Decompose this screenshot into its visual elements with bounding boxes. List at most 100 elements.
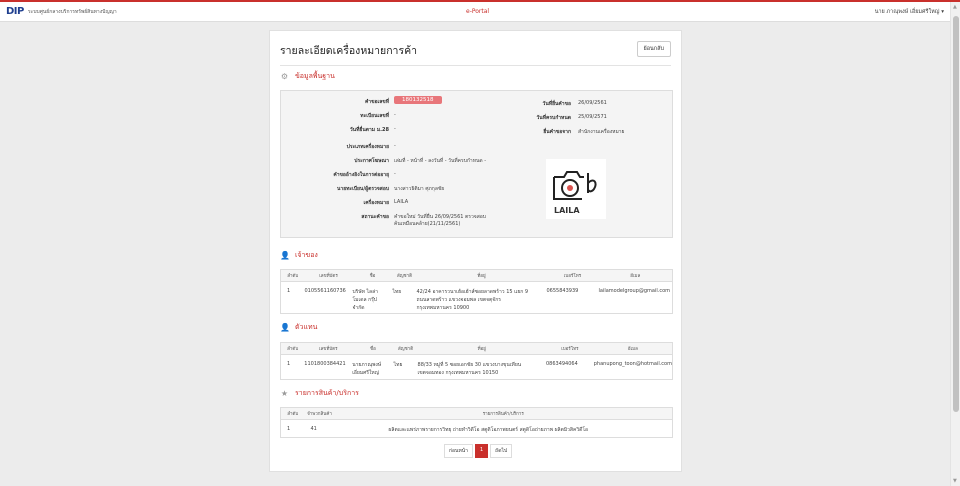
- col-no: ลำดับ: [280, 269, 305, 282]
- detail-card: รายละเอียดเครื่องหมายการค้า ย้อนกลับ ⚙ ข…: [269, 30, 682, 472]
- value-mark-type: -: [394, 143, 396, 149]
- addr-line-2: เขตจอมทอง กรุงเทพมหานคร 10150: [417, 370, 499, 376]
- col-address: ที่อยู่: [417, 342, 546, 355]
- cell-phone: 0863494064: [545, 361, 578, 367]
- label-date-28: วันที่ยื่นตาม ม.28: [349, 127, 389, 133]
- col-nation: สัญชาติ: [392, 269, 417, 282]
- value-status-line2: ค้นเหมือนคล้าย(21/11/2561): [394, 221, 461, 227]
- gear-icon: ⚙: [280, 72, 289, 81]
- agent-table: ลำดับ เลขที่บัตร ชื่อ สัญชาติ ที่อยู่ เบ…: [280, 342, 673, 380]
- cell-no: 1: [287, 426, 291, 432]
- addr-line-3: กรุงเทพมหานคร 10900: [416, 305, 470, 311]
- value-office: สำนักงานเครื่องหมาย: [578, 129, 625, 135]
- next-page-button[interactable]: ถัดไป: [490, 444, 513, 458]
- section-label: ตัวแทน: [295, 323, 318, 331]
- top-navbar: DIP ระบบศูนย์กลางบริการทรัพย์สินทางปัญญา…: [0, 2, 950, 22]
- name-line-3: จำกัด: [352, 305, 365, 311]
- caret-down-icon: ▾: [941, 9, 944, 15]
- org-name: ระบบศูนย์กลางบริการทรัพย์สินทางปัญญา: [28, 9, 117, 15]
- col-email: อีเมล: [598, 269, 673, 282]
- section-agent-title: 👤 ตัวแทน: [280, 322, 317, 333]
- cell-no: 1: [287, 288, 291, 294]
- col-name: ชื่อ: [352, 269, 393, 282]
- table-header-row: ลำดับ เลขที่บัตร ชื่อ สัญชาติ ที่อยู่ เบ…: [280, 342, 673, 355]
- scroll-up-icon[interactable]: ▲: [953, 4, 957, 10]
- services-table: ลำดับ จำพวกสินค้า รายการสินค้า/บริการ 1 …: [280, 407, 673, 438]
- label-expire: วันที่ครบกำหนด: [536, 115, 571, 121]
- label-related: คำขออ้างอิงในการต่ออายุ: [333, 172, 389, 178]
- cell-email: phanupong_toon@hotmail.com: [593, 361, 672, 367]
- section-owner-title: 👤 เจ้าของ: [280, 250, 318, 261]
- name-line-2: เอี่ยมศรีใหญ่: [352, 370, 379, 376]
- col-nation: สัญชาติ: [393, 342, 418, 355]
- back-button[interactable]: ย้อนกลับ: [636, 41, 671, 57]
- scroll-down-icon[interactable]: ▼: [953, 478, 957, 484]
- section-label: เจ้าของ: [295, 251, 318, 259]
- name-line-2: โมเดล กรุ๊ป: [352, 297, 377, 303]
- cell-name: นายภาณุพงษ์เอี่ยมศรีใหญ่: [352, 355, 393, 380]
- section-services-title: ★ รายการสินค้า/บริการ: [280, 388, 359, 399]
- prev-page-button[interactable]: ก่อนหน้า: [444, 444, 473, 458]
- user-name: นาย ภาณุพงษ์ เอี่ยมศรีใหญ่: [874, 9, 940, 15]
- pagination: ก่อนหน้า 1 ถัดไป: [444, 444, 513, 458]
- cell-no: 1: [287, 361, 291, 367]
- cell-nation: ไทย: [392, 289, 402, 295]
- addr-line-1: 42/24 อาคารวนาเฮ้อเฮ้าส์ซอยลาดพร้าว 15 แ…: [416, 289, 529, 295]
- basic-info-panel: คำขอเลขที่ 180132518 ทะเบียนเลขที่ - วัน…: [280, 90, 673, 238]
- label-office: ยื่นคำขอจาก: [543, 129, 571, 135]
- page-title: รายละเอียดเครื่องหมายการค้า: [280, 45, 418, 57]
- cell-class: 41: [310, 426, 317, 432]
- dip-logo[interactable]: DIP: [6, 6, 24, 17]
- cell-nation: ไทย: [393, 362, 403, 368]
- divider: [280, 65, 671, 66]
- col-phone: เบอร์โทร: [545, 342, 594, 355]
- cell-address: 88/33 หมู่ที่ 5 ซอยเอกชัย 30 แขวงบางขุนเ…: [418, 355, 546, 380]
- label-mark-type: ประเภทเครื่องหมาย: [346, 144, 389, 150]
- section-label: ข้อมูลพื้นฐาน: [295, 72, 335, 80]
- star-icon: ★: [280, 389, 289, 398]
- table-header-row: ลำดับ จำพวกสินค้า รายการสินค้า/บริการ: [280, 407, 673, 420]
- request-number-badge: 180132518: [394, 96, 442, 104]
- label-reg-no: ทะเบียนเลขที่: [360, 113, 389, 119]
- value-date-28: -: [394, 126, 396, 132]
- trademark-image: LAILA: [546, 159, 606, 219]
- cell-id: 0105561160736: [304, 288, 346, 294]
- cell-item: ผลิตและแพร่ภาพรายการวิทยุ ถ่ายทำวิดีโอ ส…: [388, 427, 589, 433]
- addr-line-1: 88/33 หมู่ที่ 5 ซอยเอกชัย 30 แขวงบางขุนเ…: [417, 362, 522, 368]
- col-address: ที่อยู่: [416, 269, 547, 282]
- page-1-button[interactable]: 1: [474, 444, 489, 458]
- cell-phone: 0655843939: [546, 288, 579, 294]
- section-label: รายการสินค้า/บริการ: [295, 389, 359, 397]
- table-row: 1 1101800384421 นายภาณุพงษ์เอี่ยมศรีใหญ่…: [281, 355, 673, 380]
- value-expire: 25/09/2571: [578, 114, 607, 120]
- name-line-1: นายภาณุพงษ์: [352, 362, 382, 368]
- value-filed: 26/09/2561: [578, 100, 607, 106]
- portal-title: e-Portal: [466, 8, 490, 15]
- cell-id: 1101800384421: [304, 361, 346, 367]
- col-name: ชื่อ: [352, 342, 394, 355]
- scroll-thumb[interactable]: [953, 16, 959, 412]
- value-mark: LAILA: [394, 199, 409, 205]
- col-class: จำพวกสินค้า: [304, 407, 335, 420]
- table-header-row: ลำดับ เลขที่บัตร ชื่อ สัญชาติ ที่อยู่ เบ…: [280, 269, 673, 282]
- scrollbar[interactable]: ▲ ▼: [950, 2, 960, 486]
- value-reg-no: -: [394, 112, 396, 118]
- label-agent: นายทะเบียน/ผู้ตรวจสอบ: [336, 186, 389, 192]
- col-id: เลขที่บัตร: [304, 269, 353, 282]
- label-req-no: คำขอเลขที่: [364, 99, 389, 105]
- label-mark: เครื่องหมาย: [363, 200, 389, 206]
- value-related: -: [394, 171, 396, 177]
- value-announce: เล่มที่ - หน้าที่ - ลงวันที่ - วันที่ครบ…: [394, 158, 487, 164]
- label-announce: ประกาศโฆษณา: [354, 158, 389, 164]
- table-row: 1 0105561160736 บริษัท ไลล่า โมเดล กรุ๊ปจ…: [281, 282, 673, 314]
- col-id: เลขที่บัตร: [304, 342, 353, 355]
- cell-address: 42/24 อาคารวนาเฮ้อเฮ้าส์ซอยลาดพร้าว 15 แ…: [417, 282, 547, 314]
- col-item: รายการสินค้า/บริการ: [334, 407, 673, 420]
- label-filed: วันที่ยื่นคำขอ: [542, 101, 571, 107]
- cell-name: บริษัท ไลล่า โมเดล กรุ๊ป จำกัด: [353, 282, 393, 314]
- user-menu[interactable]: นาย ภาณุพงษ์ เอี่ยมศรีใหญ่ ▾: [875, 8, 944, 16]
- col-no: ลำดับ: [280, 407, 305, 420]
- addr-line-2: ถนนลาดพร้าว แขวงจอมพล เขตจตุจักร: [416, 297, 501, 303]
- col-email: อีเมล: [593, 342, 673, 355]
- user-icon: 👤: [280, 251, 290, 260]
